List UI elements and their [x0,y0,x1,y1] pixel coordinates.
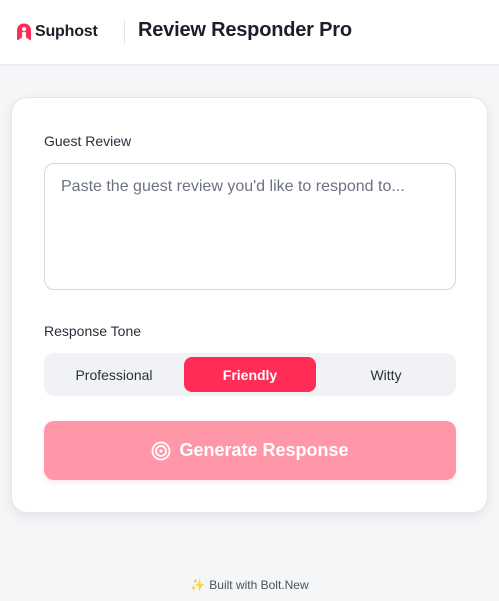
guest-review-input[interactable] [44,163,456,290]
sparkles-icon: ✨ [190,578,206,592]
header-divider [124,20,125,44]
footer-credit[interactable]: Built with Bolt.New [209,578,308,592]
top-bar: Suphost Review Responder Pro [0,0,499,65]
footer: ✨ Built with Bolt.New [0,578,499,592]
generate-response-label: Generate Response [179,440,349,460]
tone-option-professional[interactable]: Professional [48,357,180,392]
tone-selector: Professional Friendly Witty [44,353,456,396]
tone-option-friendly[interactable]: Friendly [184,357,316,392]
tone-option-witty[interactable]: Witty [320,357,452,392]
generate-response-button[interactable]: Generate Response [44,421,456,480]
guest-review-label: Guest Review [44,133,132,149]
brand-name: Suphost [35,23,98,40]
review-form-card: Guest Review Response Tone Professional … [11,97,488,513]
brand-logo[interactable]: Suphost [16,21,98,43]
response-tone-label: Response Tone [44,323,142,339]
suphost-logo-icon [17,23,31,41]
page-title: Review Responder Pro [138,19,352,41]
target-icon [152,441,171,460]
